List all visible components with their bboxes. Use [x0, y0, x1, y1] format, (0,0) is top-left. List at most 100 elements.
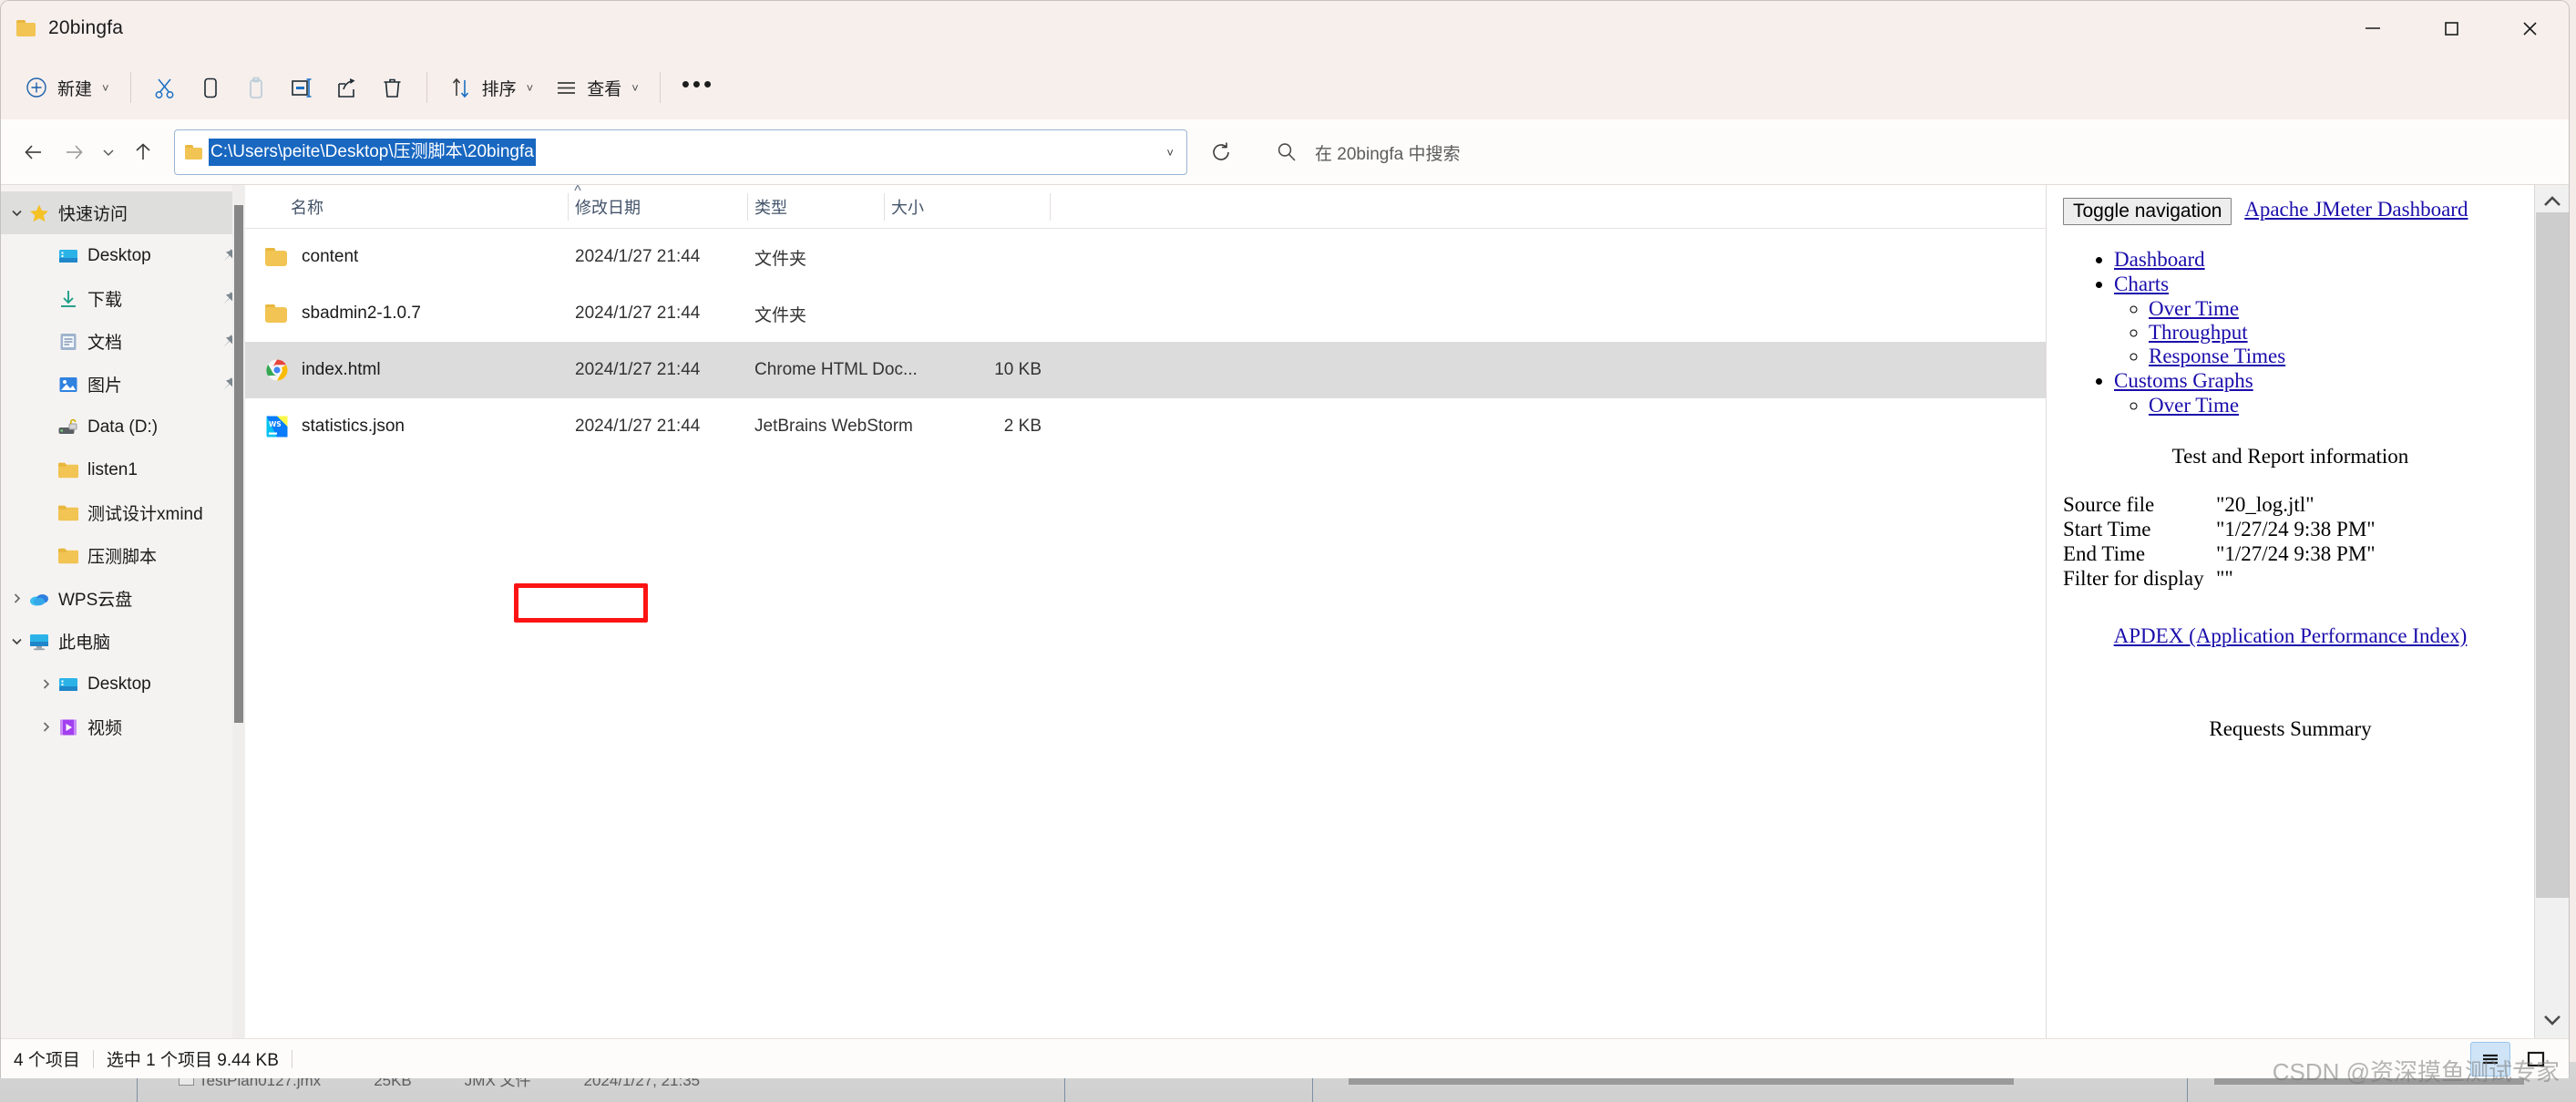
file-type-cell: 文件夹 — [754, 249, 807, 269]
sidebar-item-12[interactable]: 视频 — [1, 705, 245, 748]
refresh-button[interactable] — [1198, 129, 1244, 175]
share-button[interactable] — [324, 65, 370, 110]
chevron-down-icon[interactable] — [5, 634, 28, 648]
preview-nav-item: Customs GraphsOver Time — [2114, 369, 2518, 417]
column-header-size[interactable]: 大小 — [885, 185, 1051, 229]
file-name-cell[interactable]: WS statistics.json — [245, 415, 569, 438]
more-options-button[interactable]: ••• — [672, 65, 724, 110]
drive-icon — [57, 417, 79, 438]
file-list: content 2024/1/27 21:44 文件夹 sbadmin2-1.0.7 2… — [245, 229, 2046, 455]
table-row[interactable]: WS statistics.json 2024/1/27 21:44 JetBrain… — [245, 398, 2046, 455]
back-button[interactable] — [14, 132, 54, 172]
apdex-link[interactable]: APDEX (Application Performance Index) — [2114, 624, 2468, 647]
paste-icon — [243, 75, 269, 100]
column-header-date-label: 修改日期 — [575, 198, 641, 217]
sort-button[interactable]: 排序 ˅ — [438, 65, 544, 110]
info-value: "" — [2216, 567, 2233, 590]
column-header-date[interactable]: 修改日期 — [569, 185, 748, 229]
file-name-text: content — [302, 247, 359, 266]
delete-button[interactable] — [370, 65, 416, 110]
thumbnail-view-button[interactable] — [2516, 1042, 2556, 1076]
cut-button[interactable] — [142, 65, 188, 110]
chevron-down-icon[interactable]: ˅ — [1166, 146, 1179, 160]
view-button[interactable]: 查看 ˅ — [543, 65, 649, 110]
preview-scrollbar[interactable] — [2534, 185, 2569, 1038]
chevron-down-icon[interactable] — [5, 206, 28, 220]
command-bar: 新建 ˅ 排序 ˅ 查看 ˅ ••• — [1, 56, 2569, 119]
preview-nav-link[interactable]: Customs Graphs — [2114, 369, 2253, 392]
preview-nav-link[interactable]: Dashboard — [2114, 248, 2205, 271]
file-name-cell[interactable]: index.html — [245, 358, 569, 382]
column-header-type[interactable]: 类型 — [748, 185, 885, 229]
file-name-cell[interactable]: sbadmin2-1.0.7 — [245, 302, 569, 325]
rename-button[interactable] — [279, 65, 324, 110]
sidebar-item-7[interactable]: 测试设计xmind — [1, 491, 245, 534]
file-date-cell: 2024/1/27 21:44 — [575, 304, 701, 323]
file-size-cell: 2 KB — [1003, 417, 1042, 436]
table-row[interactable]: content 2024/1/27 21:44 文件夹 — [245, 229, 2046, 285]
chevron-right-icon[interactable] — [5, 592, 28, 605]
apache-jmeter-dashboard-link[interactable]: Apache JMeter Dashboard — [2244, 198, 2468, 221]
sidebar-item-8[interactable]: 压测脚本 — [1, 534, 245, 577]
forward-button[interactable] — [54, 132, 94, 172]
test-report-information-heading: Test and Report information — [2171, 445, 2409, 468]
paste-button[interactable] — [233, 65, 279, 110]
address-path-text[interactable]: C:\Users\peite\Desktop\压测脚本\20bingfa — [209, 139, 536, 166]
toggle-navigation-button[interactable]: Toggle navigation — [2063, 198, 2232, 225]
this-pc-icon — [28, 631, 50, 653]
sidebar-item-label: Desktop — [87, 245, 151, 265]
copy-button[interactable] — [188, 65, 233, 110]
column-divider[interactable] — [1050, 192, 1051, 221]
scroll-down-arrow-icon[interactable] — [2535, 1007, 2569, 1033]
navigation-pane-scrollbar[interactable] — [232, 185, 245, 1038]
recent-locations-button[interactable] — [94, 132, 123, 172]
preview-nav-sublink[interactable]: Over Time — [2149, 394, 2239, 417]
info-row: Source file "20_log.jtl" — [2063, 493, 2518, 517]
folder-icon — [57, 545, 79, 567]
details-view-button[interactable] — [2470, 1041, 2510, 1076]
sidebar-item-11[interactable]: Desktop — [1, 663, 245, 705]
svg-text:WS: WS — [269, 420, 282, 428]
preview-scroll-thumb[interactable] — [2536, 212, 2569, 898]
sidebar-item-6[interactable]: listen1 — [1, 448, 245, 491]
address-bar[interactable]: C:\Users\peite\Desktop\压测脚本\20bingfa ˅ — [174, 129, 1187, 175]
sidebar-item-9[interactable]: WPS云盘 — [1, 577, 245, 620]
sidebar-item-1[interactable]: Desktop — [1, 234, 245, 277]
scroll-up-arrow-icon[interactable] — [2535, 189, 2569, 214]
table-row[interactable]: sbadmin2-1.0.7 2024/1/27 21:44 文件夹 — [245, 285, 2046, 342]
copy-icon — [198, 75, 223, 100]
requests-summary-heading: Requests Summary — [2209, 716, 2372, 740]
sidebar-item-3[interactable]: 文档 — [1, 320, 245, 363]
preview-nav-sublink[interactable]: Over Time — [2149, 297, 2239, 320]
minimize-button[interactable] — [2334, 1, 2412, 56]
up-button[interactable] — [123, 132, 163, 172]
new-button[interactable]: 新建 ˅ — [14, 65, 119, 110]
toolbar-divider-2 — [426, 72, 427, 103]
chevron-right-icon[interactable] — [34, 720, 57, 734]
info-value: "20_log.jtl" — [2216, 493, 2314, 516]
search-box[interactable]: 在 20bingfa 中搜索 — [1255, 129, 2556, 175]
desktop-icon — [57, 245, 79, 267]
preview-nav-sublink[interactable]: Response Times — [2149, 345, 2285, 367]
chevron-right-icon[interactable] — [34, 677, 57, 691]
file-name-cell[interactable]: content — [245, 245, 569, 269]
table-row[interactable]: index.html 2024/1/27 21:44 Chrome HTML Doc… — [245, 342, 2046, 398]
preview-nav-sublink[interactable]: Throughput — [2149, 321, 2248, 344]
search-input-placeholder[interactable]: 在 20bingfa 中搜索 — [1315, 140, 1460, 165]
sidebar-item-2[interactable]: 下载 — [1, 277, 245, 320]
close-button[interactable] — [2490, 1, 2569, 56]
sidebar-item-label: 图片 — [87, 376, 123, 396]
apdex-link-wrap: APDEX (Application Performance Index) — [2063, 623, 2518, 650]
preview-nav-link[interactable]: Charts — [2114, 273, 2169, 295]
sidebar-item-0[interactable]: 快速访问 — [1, 191, 245, 234]
column-header-name[interactable]: 名称 — [245, 185, 569, 229]
file-size-cell: 10 KB — [994, 360, 1042, 379]
preview-nav-item: ChartsOver TimeThroughputResponse Times — [2114, 273, 2518, 368]
sidebar-item-4[interactable]: 图片 — [1, 363, 245, 406]
navigation-pane-scroll-thumb[interactable] — [234, 205, 243, 723]
scissors-icon — [152, 75, 178, 100]
maximize-button[interactable] — [2412, 1, 2490, 56]
sidebar-item-5[interactable]: Data (D:) — [1, 406, 245, 448]
sidebar-item-10[interactable]: 此电脑 — [1, 620, 245, 663]
status-item-count: 4 个项目 — [14, 1051, 80, 1070]
